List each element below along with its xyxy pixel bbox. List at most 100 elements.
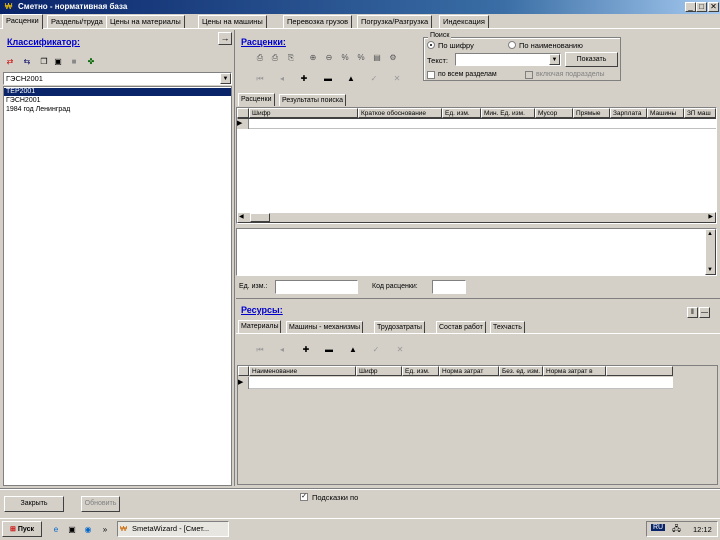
hints-checkbox[interactable]: ✓ [300,493,308,501]
splitter[interactable] [234,30,235,486]
subtab-search-results[interactable]: Результаты поиска [279,94,347,106]
settings-icon[interactable]: ⚙ [388,53,398,63]
column-header[interactable]: Наименование [249,366,356,376]
vertical-scrollbar[interactable]: ▲ ▼ [705,229,716,275]
stop-icon[interactable]: ■ [69,57,79,67]
prev-resource-icon[interactable]: ◂ [277,345,287,355]
prices-heading: Расценки: [241,37,286,47]
desktop-icon[interactable]: ▣ [67,525,77,535]
percent-icon[interactable]: % [340,53,350,63]
column-header[interactable]: Ед. изм. [402,366,439,376]
chevron-down-icon[interactable]: ▼ [220,73,231,84]
table-row[interactable] [249,377,673,389]
column-header[interactable]: Краткое обоснование [358,108,442,118]
table-row[interactable] [249,119,716,129]
zoom-in-icon[interactable]: ⊕ [308,53,318,63]
up-arrow-icon[interactable]: ▲ [346,74,356,84]
column-header[interactable]: Норма затрат [439,366,499,376]
sort-desc-icon[interactable]: ⇆ [22,57,32,67]
radio-by-name[interactable] [508,41,516,49]
maximize-button[interactable]: □ [696,2,707,12]
more-icon[interactable]: » [100,525,110,535]
update-button[interactable]: Обновить [81,496,120,512]
horizontal-scrollbar[interactable]: ◀ ▶ [237,212,716,223]
cancel-icon[interactable]: ✕ [395,345,405,355]
confirm-icon[interactable]: ✓ [371,345,381,355]
prices-grid[interactable]: Шифр Краткое обоснование Ед. изм. Мин. Е… [236,107,717,224]
outlook-icon[interactable]: ◉ [83,525,93,535]
subtab-prices[interactable]: Расценки [238,93,275,106]
classifier-list[interactable]: ТЕР2001 ГЭСН2001 1984 год Ленинград [3,86,232,486]
column-header[interactable]: Без. ед. изм. [499,366,543,376]
zoom-out-icon[interactable]: ⊖ [324,53,334,63]
tab-indexation[interactable]: Индексация [439,15,489,28]
show-button[interactable]: Показать [565,52,618,67]
first-record-icon[interactable]: ⏮ [255,74,265,84]
description-memo[interactable]: ▲ ▼ [236,228,717,276]
delete-record-icon[interactable]: ▬ [323,74,333,84]
split-view-icon[interactable]: ‖ [687,307,698,318]
column-header[interactable]: Шифр [356,366,402,376]
column-header[interactable]: ЗП маш [684,108,716,118]
collapse-icon[interactable]: — [699,307,710,318]
expand-arrow-button[interactable]: → [218,32,232,45]
cancel-icon[interactable]: ✕ [392,74,402,84]
classifier-select[interactable]: ГЭСН2001 ▼ [3,72,232,85]
unit-field[interactable] [275,280,358,294]
taskbar-task-smetawizard[interactable]: ₩ SmetaWizard - [Смет... [117,521,229,537]
tab-prices[interactable]: Расценки [2,14,43,29]
first-resource-icon[interactable]: ⏮ [255,345,265,355]
ie-icon[interactable]: e [51,525,61,535]
network-icon[interactable]: 🖧 [672,523,681,537]
list-item[interactable]: ТЕР2001 [6,87,35,96]
include-subsections-checkbox[interactable] [525,71,533,79]
classifier-heading: Классификатор: [7,37,80,47]
paste-icon[interactable]: ▣ [53,57,63,67]
filter-icon[interactable]: % [356,53,366,63]
chevron-down-icon[interactable]: ▼ [549,54,560,65]
close-window-button[interactable]: ✕ [708,2,719,12]
list-item[interactable]: ГЭСН2001 [6,96,41,105]
confirm-icon[interactable]: ✓ [369,74,379,84]
minimize-button[interactable]: _ [685,2,696,12]
subtab-machines[interactable]: Машины - механизмы [286,321,364,333]
list-item[interactable]: 1984 год Ленинград [6,105,70,114]
language-indicator[interactable]: RU [651,524,666,531]
clipboard-icon[interactable]: ▤ [372,53,382,63]
tab-loading-unloading[interactable]: Погрузка/Разгрузка [357,15,433,28]
subtab-labor[interactable]: Трудозатраты [374,321,425,333]
up-arrow-icon[interactable]: ▲ [348,345,358,355]
all-sections-checkbox[interactable] [427,71,435,79]
radio-by-code[interactable] [427,41,435,49]
subtab-materials[interactable]: Материалы [238,320,282,333]
column-header[interactable]: Норма затрат в [543,366,606,376]
copy-icon[interactable]: ❐ [39,57,49,67]
code-field[interactable] [432,280,466,294]
column-header[interactable]: Ед. изм. [442,108,481,118]
tab-material-prices[interactable]: Цены на материалы [106,15,185,28]
close-button[interactable]: Закрыть [4,496,64,512]
subtab-tech-part[interactable]: Техчасть [490,321,525,333]
column-header[interactable]: Шифр [249,108,358,118]
column-header[interactable]: Машины [647,108,684,118]
print-preview-icon[interactable]: ⎙ [270,53,280,63]
column-header[interactable]: Зарплата [610,108,647,118]
column-header[interactable]: Мин. Ед. изм. [481,108,535,118]
prev-record-icon[interactable]: ◂ [277,74,287,84]
tab-machine-prices[interactable]: Цены на машины [198,15,267,28]
add-record-icon[interactable]: ✚ [299,74,309,84]
start-button[interactable]: ⊞ Пуск [2,521,42,537]
print-icon[interactable]: ⎙ [255,53,265,63]
column-header[interactable]: Прямые [573,108,610,118]
resources-grid[interactable]: Наименование Шифр Ед. изм. Норма затрат … [237,365,718,485]
tree-icon[interactable]: ✤ [86,57,96,67]
column-header[interactable]: Мусор [535,108,573,118]
tab-cargo-transport[interactable]: Перевозка грузов [283,15,353,28]
subtab-work-composition[interactable]: Состав работ [436,321,486,333]
sort-icon[interactable]: ⇄ [5,57,15,67]
export-icon[interactable]: ⎘ [286,53,296,63]
delete-resource-icon[interactable]: ▬ [324,345,334,355]
add-resource-icon[interactable]: ✚ [301,345,311,355]
search-input[interactable]: ▼ [455,53,561,66]
tab-sections-labor[interactable]: Разделы/труда [47,15,107,28]
